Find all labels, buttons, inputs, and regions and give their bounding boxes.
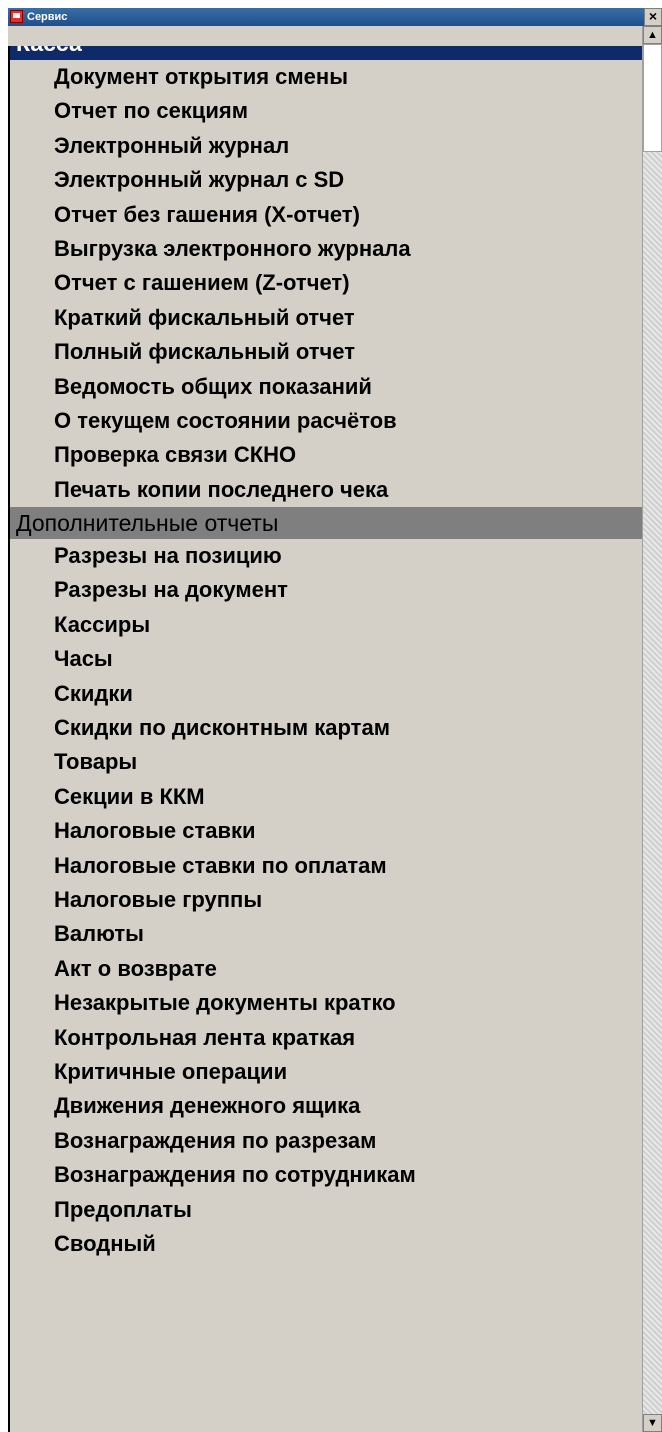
- menu-item[interactable]: Налоговые группы: [8, 883, 642, 917]
- menu-item[interactable]: Скидки по дисконтным картам: [8, 711, 642, 745]
- scroll-down-button[interactable]: ▼: [643, 1414, 662, 1432]
- arrow-down-icon: ▼: [647, 1417, 658, 1429]
- scroll-up-button[interactable]: ▲: [643, 26, 662, 44]
- menu-item[interactable]: Отчет без гашения (Х-отчет): [8, 198, 642, 232]
- service-window: Сервис × Касса Документ открытия смены О…: [8, 8, 662, 1432]
- menu-item[interactable]: Секции в ККМ: [8, 780, 642, 814]
- menu-item[interactable]: Сводный: [8, 1227, 642, 1261]
- menu-item[interactable]: Скидки: [8, 677, 642, 711]
- menu-item[interactable]: Ведомость общих показаний: [8, 370, 642, 404]
- menu-item[interactable]: Акт о возврате: [8, 952, 642, 986]
- menu-item[interactable]: Электронный журнал с SD: [8, 163, 642, 197]
- menu-item[interactable]: Контрольная лента краткая: [8, 1021, 642, 1055]
- title-bar: Сервис ×: [8, 8, 662, 26]
- menu-item[interactable]: О текущем состоянии расчётов: [8, 404, 642, 438]
- vertical-scrollbar[interactable]: ▲ ▼: [642, 26, 662, 1432]
- menu-item[interactable]: Предоплаты: [8, 1193, 642, 1227]
- service-menu: Касса Документ открытия смены Отчет по с…: [8, 46, 642, 1432]
- menu-item[interactable]: Незакрытые документы кратко: [8, 986, 642, 1020]
- menu-item[interactable]: Краткий фискальный отчет: [8, 301, 642, 335]
- scroll-thumb[interactable]: [643, 44, 662, 152]
- group-header-kassa[interactable]: Касса: [8, 46, 642, 60]
- menu-item[interactable]: Налоговые ставки: [8, 814, 642, 848]
- close-icon: ×: [648, 8, 658, 24]
- menu-item[interactable]: Движения денежного ящика: [8, 1089, 642, 1123]
- menu-item[interactable]: Выгрузка электронного журнала: [8, 232, 642, 266]
- menu-item[interactable]: Налоговые ставки по оплатам: [8, 849, 642, 883]
- menu-item[interactable]: Документ открытия смены: [8, 60, 642, 94]
- close-button[interactable]: ×: [644, 8, 662, 26]
- menu-item[interactable]: Вознаграждения по разрезам: [8, 1124, 642, 1158]
- menu-item[interactable]: Электронный журнал: [8, 129, 642, 163]
- menu-item[interactable]: Товары: [8, 745, 642, 779]
- menu-item[interactable]: Печать копии последнего чека: [8, 473, 642, 507]
- group-header-additional-reports[interactable]: Дополнительные отчеты: [8, 507, 642, 540]
- app-icon: [10, 10, 23, 23]
- menu-item[interactable]: Отчет с гашением (Z-отчет): [8, 266, 642, 300]
- menu-item[interactable]: Разрезы на документ: [8, 573, 642, 607]
- menu-item[interactable]: Проверка связи СКНО: [8, 438, 642, 472]
- menu-item[interactable]: Вознаграждения по сотрудникам: [8, 1158, 642, 1192]
- menu-item[interactable]: Валюты: [8, 917, 642, 951]
- menu-item[interactable]: Критичные операции: [8, 1055, 642, 1089]
- menu-item[interactable]: Разрезы на позицию: [8, 539, 642, 573]
- menu-item[interactable]: Часы: [8, 642, 642, 676]
- menu-item[interactable]: Отчет по секциям: [8, 94, 642, 128]
- arrow-up-icon: ▲: [647, 29, 658, 41]
- menu-item[interactable]: Полный фискальный отчет: [8, 335, 642, 369]
- window-title: Сервис: [27, 11, 68, 23]
- menu-item[interactable]: Кассиры: [8, 608, 642, 642]
